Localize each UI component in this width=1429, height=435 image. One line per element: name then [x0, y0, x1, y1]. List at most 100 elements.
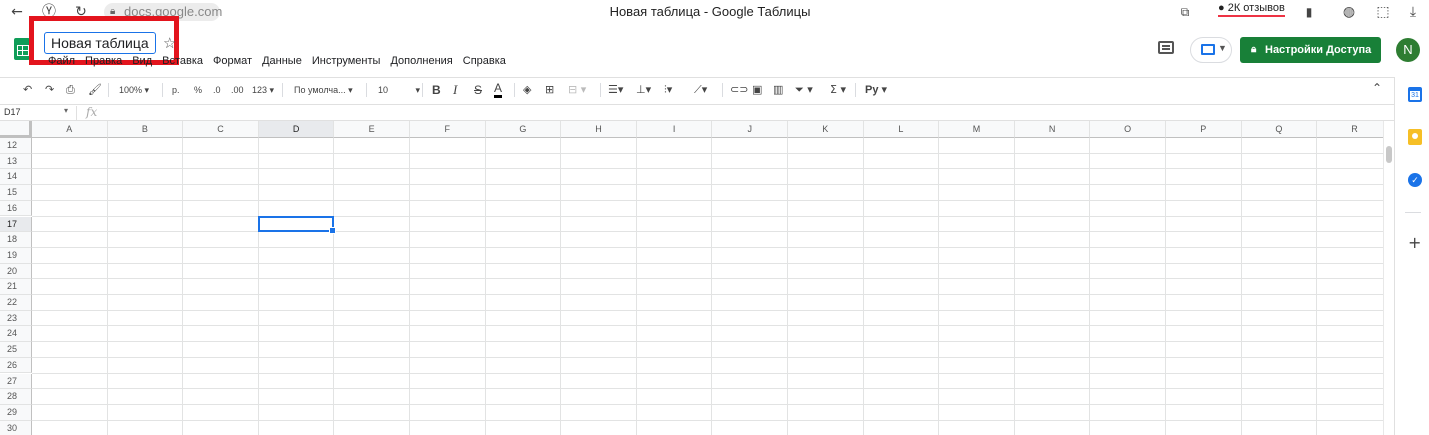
- column-header-b[interactable]: B: [107, 121, 184, 138]
- row-header-14[interactable]: 14: [0, 169, 32, 186]
- borders-icon[interactable]: ⊞: [545, 82, 554, 98]
- row-header-27[interactable]: 27: [0, 373, 32, 390]
- filter-icon[interactable]: ⏷ ▾: [795, 82, 813, 98]
- vertical-align-icon[interactable]: ⊥▾: [636, 82, 651, 98]
- menu-data[interactable]: Данные: [262, 55, 302, 71]
- sheets-logo-icon[interactable]: [14, 38, 30, 60]
- row-header-23[interactable]: 23: [0, 310, 32, 327]
- menu-format[interactable]: Формат: [213, 55, 252, 71]
- bookmark-icon[interactable]: ▮: [1300, 3, 1318, 21]
- menu-insert[interactable]: Вставка: [162, 55, 203, 71]
- italic-button[interactable]: I: [453, 82, 457, 98]
- font-size-select[interactable]: 10 ▾: [378, 82, 420, 98]
- add-addon-icon[interactable]: +: [1408, 233, 1421, 252]
- zoom-select[interactable]: 100% ▾: [119, 82, 149, 98]
- globe-icon[interactable]: ◍: [1340, 3, 1358, 21]
- insert-link-icon[interactable]: ⊂⊃: [730, 82, 748, 98]
- yandex-icon[interactable]: Ⓨ: [40, 3, 58, 21]
- print-icon[interactable]: ⎙: [66, 82, 75, 98]
- more-formats-button[interactable]: 123 ▾: [252, 82, 274, 98]
- column-header-k[interactable]: K: [788, 121, 864, 138]
- column-header-n[interactable]: N: [1014, 121, 1091, 138]
- fill-color-icon[interactable]: ◈: [523, 82, 531, 98]
- menu-file[interactable]: Файл: [48, 55, 75, 71]
- row-header-21[interactable]: 21: [0, 279, 32, 295]
- font-select[interactable]: По умолча... ▾: [294, 82, 353, 98]
- row-header-20[interactable]: 20: [0, 263, 32, 280]
- tabs-icon[interactable]: ⧉: [1176, 3, 1194, 21]
- star-icon[interactable]: ☆: [163, 34, 176, 52]
- tasks-icon[interactable]: ✓: [1408, 173, 1422, 187]
- strikethrough-button[interactable]: S: [474, 82, 482, 98]
- row-header-29[interactable]: 29: [0, 404, 32, 421]
- column-header-g[interactable]: G: [485, 121, 562, 138]
- share-button[interactable]: 🔒︎ Настройки Доступа: [1240, 37, 1381, 63]
- calendar-icon[interactable]: 31: [1408, 87, 1422, 102]
- redo-icon[interactable]: ↷: [45, 82, 54, 98]
- reload-icon[interactable]: ↻: [72, 3, 90, 21]
- bold-button[interactable]: B: [432, 82, 441, 98]
- row-header-12[interactable]: 12: [0, 138, 32, 154]
- row-header-13[interactable]: 13: [0, 153, 32, 170]
- scrollbar-thumb[interactable]: [1386, 146, 1392, 163]
- select-all-corner[interactable]: [0, 121, 32, 138]
- collapse-toolbar-icon[interactable]: ⌃: [1372, 81, 1382, 95]
- menu-help[interactable]: Справка: [463, 55, 506, 71]
- active-cell[interactable]: [257, 215, 336, 234]
- spreadsheet-grid[interactable]: A B C D E F G H I J K L M N O P Q R 12 13 14 15 16 17 18 19 20 21 22…: [0, 121, 1383, 435]
- row-header-30[interactable]: 30: [0, 420, 32, 435]
- text-rotation-icon[interactable]: ⟋▾: [694, 82, 707, 98]
- download-icon[interactable]: ⤓: [1404, 3, 1422, 21]
- row-header-18[interactable]: 18: [0, 232, 32, 248]
- text-wrap-icon[interactable]: ⫶▾: [664, 82, 672, 98]
- address-bar[interactable]: 🔒︎ docs.google.com: [104, 3, 222, 21]
- column-header-l[interactable]: L: [863, 121, 940, 138]
- column-header-q[interactable]: Q: [1241, 121, 1318, 138]
- menu-edit[interactable]: Правка: [85, 55, 122, 71]
- document-title-input[interactable]: Новая таблица: [44, 32, 156, 54]
- column-header-i[interactable]: I: [636, 121, 713, 138]
- paint-format-icon[interactable]: 🖌︎: [88, 82, 102, 98]
- back-icon[interactable]: ←: [8, 3, 26, 21]
- row-header-25[interactable]: 25: [0, 342, 32, 358]
- row-header-24[interactable]: 24: [0, 326, 32, 343]
- column-header-c[interactable]: C: [183, 121, 259, 138]
- insert-chart-icon[interactable]: ▥: [773, 82, 783, 98]
- merge-cells-icon[interactable]: ⊟ ▾: [568, 82, 586, 98]
- chevron-down-icon[interactable]: ▾: [64, 106, 68, 115]
- input-tools-button[interactable]: Pу ▾: [865, 82, 887, 98]
- menu-tools[interactable]: Инструменты: [312, 55, 381, 71]
- row-header-17[interactable]: 17: [0, 216, 32, 233]
- undo-icon[interactable]: ↶: [23, 82, 32, 98]
- menu-addons[interactable]: Дополнения: [390, 55, 452, 71]
- percent-format-button[interactable]: %: [194, 82, 202, 98]
- horizontal-align-icon[interactable]: ☰▾: [608, 82, 623, 98]
- column-header-a[interactable]: A: [32, 121, 108, 138]
- row-header-26[interactable]: 26: [0, 357, 32, 374]
- cell-reference-box[interactable]: D17: [4, 107, 21, 117]
- row-header-16[interactable]: 16: [0, 200, 32, 217]
- row-header-22[interactable]: 22: [0, 295, 32, 311]
- column-header-p[interactable]: P: [1166, 121, 1242, 138]
- column-header-h[interactable]: H: [561, 121, 637, 138]
- extensions-icon[interactable]: ⬚: [1374, 3, 1392, 21]
- increase-decimals-button[interactable]: .00: [231, 82, 244, 98]
- text-color-button[interactable]: A: [494, 82, 503, 98]
- column-header-d[interactable]: D: [258, 121, 335, 138]
- column-header-m[interactable]: M: [939, 121, 1015, 138]
- functions-button[interactable]: Σ ▾: [830, 82, 846, 98]
- keep-icon[interactable]: [1408, 129, 1422, 145]
- row-header-19[interactable]: 19: [0, 247, 32, 264]
- column-header-f[interactable]: F: [410, 121, 486, 138]
- row-header-15[interactable]: 15: [0, 185, 32, 201]
- avatar[interactable]: N: [1396, 38, 1420, 62]
- column-header-r[interactable]: R: [1317, 121, 1383, 138]
- reviews-badge[interactable]: ● 2К отзывов: [1218, 2, 1285, 17]
- menu-view[interactable]: Вид: [132, 55, 152, 71]
- present-button[interactable]: ▼: [1190, 37, 1232, 63]
- row-header-28[interactable]: 28: [0, 389, 32, 405]
- decrease-decimals-button[interactable]: .0: [213, 82, 221, 98]
- column-header-j[interactable]: J: [712, 121, 788, 138]
- column-header-o[interactable]: O: [1090, 121, 1166, 138]
- vertical-scrollbar[interactable]: [1383, 121, 1394, 435]
